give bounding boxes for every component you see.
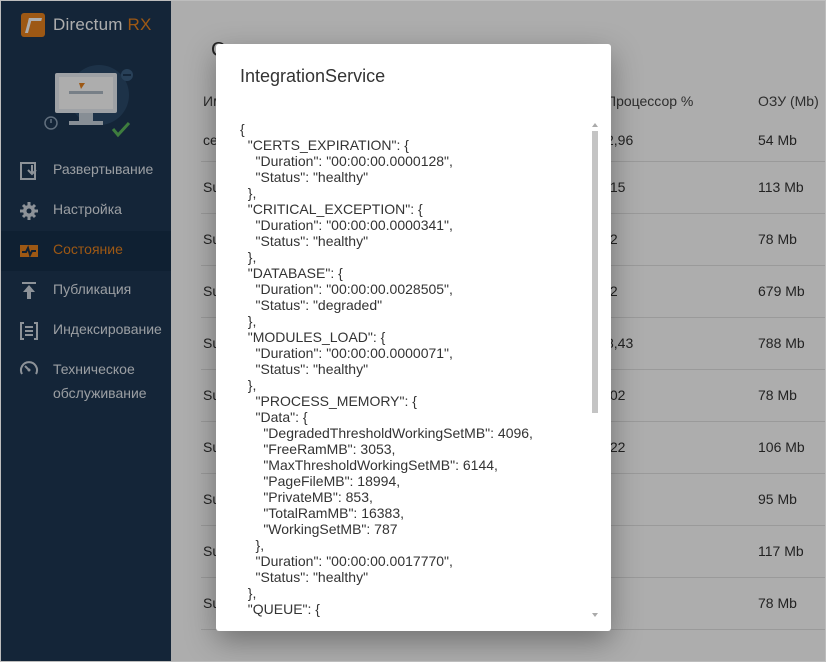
app-window: Directum RX Развертывание Настройка Сост… — [0, 0, 826, 662]
json-line: "MODULES_LOAD": { — [240, 329, 386, 345]
json-line: }, — [240, 585, 257, 601]
json-line: "Status": "healthy" — [240, 233, 369, 249]
json-line: "Duration": "00:00:00.0000341", — [240, 217, 453, 233]
modal-title: IntegrationService — [240, 66, 386, 86]
json-scrollbar[interactable] — [590, 121, 600, 619]
json-line: "Status": "healthy" — [240, 361, 369, 377]
json-line: "Duration": "00:00:00.0000128", — [240, 153, 453, 169]
json-line: }, — [240, 249, 257, 265]
json-line: "TotalRamMB": 16383, — [240, 505, 405, 521]
json-line: { — [240, 121, 245, 137]
scrollbar-thumb[interactable] — [592, 131, 598, 413]
json-line: "Duration": "00:00:00.0017770", — [240, 553, 453, 569]
json-line: "PageFileMB": 18994, — [240, 473, 401, 489]
json-line: "Duration": "00:00:00.0000107", — [240, 617, 453, 619]
json-line: "Data": { — [240, 409, 308, 425]
json-line: "Status": "degraded" — [240, 297, 383, 313]
scroll-down-icon[interactable] — [592, 613, 598, 617]
json-line: "PrivateMB": 853, — [240, 489, 373, 505]
json-line: "Duration": "00:00:00.0028505", — [240, 281, 453, 297]
json-line: }, — [240, 313, 257, 329]
json-line: }, — [240, 537, 265, 553]
json-line: }, — [240, 377, 257, 393]
json-line: "WorkingSetMB": 787 — [240, 521, 398, 537]
health-json-text: { "CERTS_EXPIRATION": { "Duration": "00:… — [240, 121, 600, 619]
json-line: "DegradedThresholdWorkingSetMB": 4096, — [240, 425, 533, 441]
json-line: "CRITICAL_EXCEPTION": { — [240, 201, 423, 217]
json-line: "MaxThresholdWorkingSetMB": 6144, — [240, 457, 498, 473]
json-line: "FreeRamMB": 3053, — [240, 441, 396, 457]
json-line: "Status": "healthy" — [240, 169, 369, 185]
json-line: "Duration": "00:00:00.0000071", — [240, 345, 453, 361]
json-line: }, — [240, 185, 257, 201]
json-line: "QUEUE": { — [240, 601, 320, 617]
json-line: "Status": "healthy" — [240, 569, 369, 585]
json-line: "DATABASE": { — [240, 265, 343, 281]
json-line: "CERTS_EXPIRATION": { — [240, 137, 409, 153]
json-line: "PROCESS_MEMORY": { — [240, 393, 417, 409]
health-json-viewer[interactable]: { "CERTS_EXPIRATION": { "Duration": "00:… — [240, 121, 600, 619]
scroll-up-icon[interactable] — [592, 123, 598, 127]
health-details-modal: IntegrationService { "CERTS_EXPIRATION":… — [216, 44, 611, 631]
